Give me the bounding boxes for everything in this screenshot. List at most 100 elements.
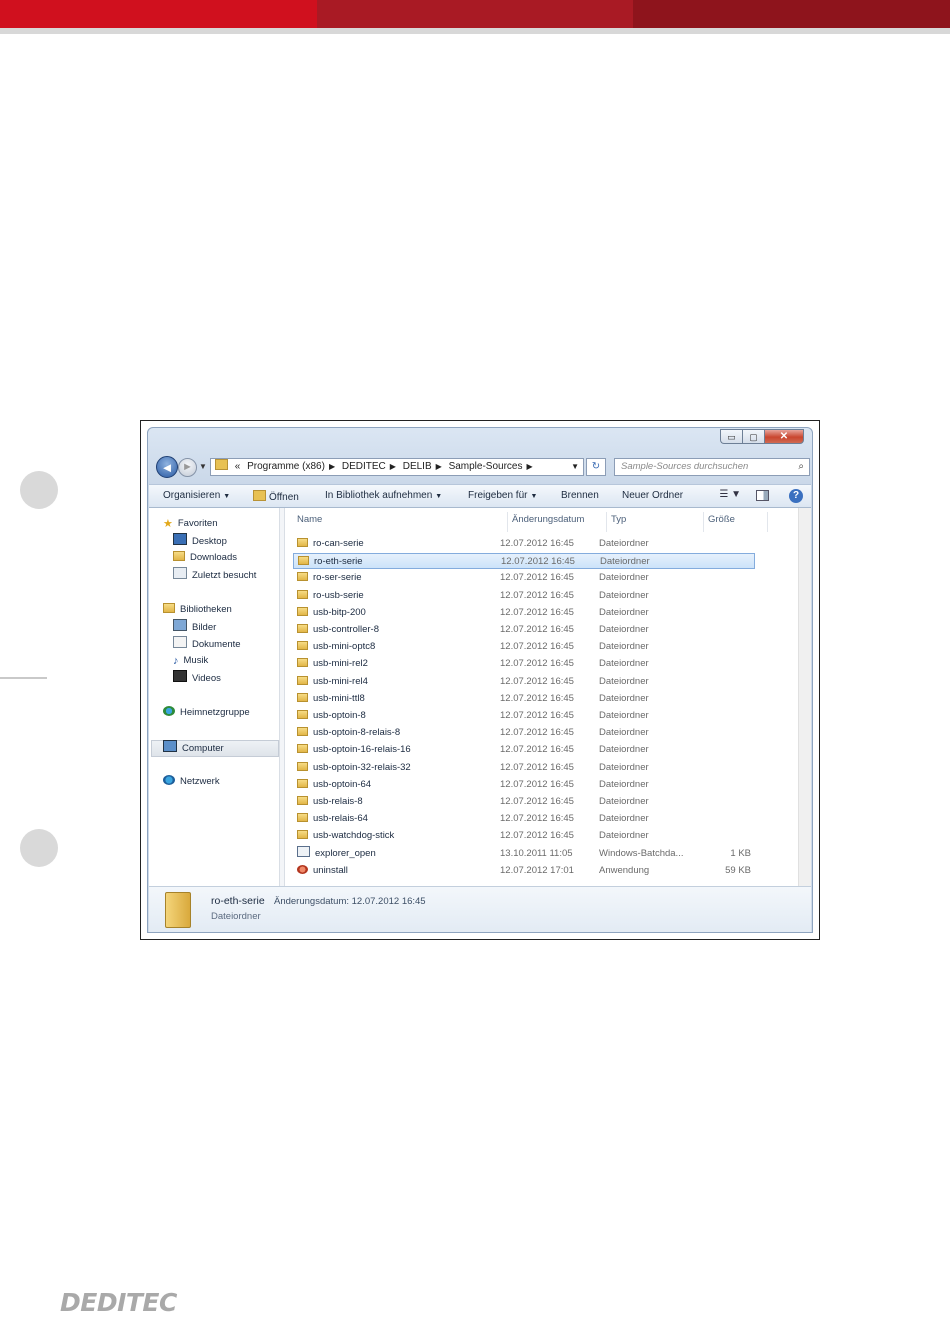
organize-button[interactable]: Organisieren ▼ [163, 490, 230, 501]
address-dropdown-icon[interactable]: ▼ [571, 459, 579, 475]
column-header-size[interactable]: Größe [704, 512, 768, 532]
breadcrumb-separator-icon[interactable]: ▶ [526, 462, 532, 471]
file-row[interactable]: usb-relais-8 12.07.2012 16:45 Dateiordner [293, 794, 755, 810]
header-bar-segment-3 [633, 0, 950, 28]
file-date: 12.07.2012 16:45 [500, 744, 574, 756]
nav-item-music[interactable]: ♪ Musik [173, 653, 208, 669]
file-row[interactable]: usb-mini-rel2 12.07.2012 16:45 Dateiordner [293, 656, 755, 672]
nav-item-computer[interactable]: Computer [163, 740, 224, 756]
nav-item-downloads[interactable]: Downloads [173, 550, 237, 566]
file-name: explorer_open [297, 845, 376, 862]
file-row[interactable]: uninstall 12.07.2012 17:01 Anwendung 59 KB [293, 863, 755, 879]
preview-pane-icon[interactable] [756, 490, 769, 501]
search-input[interactable]: Sample-Sources durchsuchen ⌕ [614, 458, 810, 476]
nav-item-pictures[interactable]: Bilder [173, 619, 216, 635]
file-row[interactable]: usb-bitp-200 12.07.2012 16:45 Dateiordner [293, 605, 755, 621]
details-type: Dateiordner [211, 911, 261, 922]
nav-item-homegroup[interactable]: Heimnetzgruppe [163, 705, 250, 721]
vertical-scrollbar[interactable] [798, 508, 811, 886]
navigation-row: ◄ ► ▼ « Programme (x86) ▶ DEDITEC ▶ DELIB ▶… [154, 456, 810, 480]
library-label: In Bibliothek aufnehmen [325, 490, 433, 501]
file-row[interactable]: usb-optoin-8-relais-8 12.07.2012 16:45 Dat… [293, 725, 755, 741]
nav-item-videos[interactable]: Videos [173, 670, 221, 686]
folder-icon [297, 796, 308, 805]
fold-mark [0, 677, 47, 679]
file-row[interactable]: ro-can-serie 12.07.2012 16:45 Dateiordner [293, 536, 755, 552]
file-list: Name Änderungsdatum Typ Größe ro-can-ser… [285, 508, 811, 886]
file-name: ro-usb-serie [297, 588, 364, 604]
file-date: 12.07.2012 16:45 [500, 589, 574, 601]
organize-label: Organisieren [163, 490, 221, 501]
nav-item-documents[interactable]: Dokumente [173, 636, 241, 652]
file-row[interactable]: usb-optoin-64 12.07.2012 16:45 Dateiordner [293, 777, 755, 793]
breadcrumb-separator-icon[interactable]: ▶ [390, 462, 396, 471]
file-name-text: usb-mini-rel4 [313, 675, 368, 687]
column-header-name[interactable]: Name [293, 512, 508, 532]
nav-item-recent[interactable]: Zuletzt besucht [173, 567, 256, 583]
folder-icon [297, 624, 308, 633]
file-row[interactable]: usb-watchdog-stick 12.07.2012 16:45 Dateio… [293, 828, 755, 844]
folder-icon [297, 778, 308, 788]
column-header-date[interactable]: Änderungsdatum [508, 512, 607, 532]
folder-icon [297, 813, 308, 823]
share-label: Freigeben für [468, 490, 528, 501]
search-icon[interactable]: ⌕ [798, 459, 804, 475]
file-row[interactable]: ro-ser-serie 12.07.2012 16:45 Dateiordner [293, 570, 755, 586]
folder-icon [298, 556, 309, 566]
file-type: Windows-Batchda... [599, 847, 684, 859]
file-row[interactable]: usb-optoin-16-relais-16 12.07.2012 16:45 D… [293, 742, 755, 758]
back-button[interactable]: ◄ [156, 456, 178, 478]
new-folder-button[interactable]: Neuer Ordner [622, 490, 683, 501]
file-row[interactable]: usb-controller-8 12.07.2012 16:45 Dateiord… [293, 622, 755, 638]
recent-pages-dropdown[interactable]: ▼ [199, 462, 207, 471]
nav-item-desktop[interactable]: Desktop [173, 533, 227, 549]
file-row[interactable]: ro-usb-serie 12.07.2012 16:45 Dateiordner [293, 588, 755, 604]
deditec-logo: DEDITEC [60, 1288, 177, 1317]
nav-label: Dokumente [192, 639, 241, 650]
breadcrumb-overflow[interactable]: « [235, 461, 241, 472]
file-row[interactable]: usb-relais-64 12.07.2012 16:45 Dateiordner [293, 811, 755, 827]
address-bar[interactable]: « Programme (x86) ▶ DEDITEC ▶ DELIB ▶ Sampl… [210, 458, 584, 476]
nav-item-network[interactable]: Netzwerk [163, 774, 220, 790]
folder-icon [297, 761, 308, 771]
help-icon[interactable]: ? [789, 489, 803, 503]
breadcrumb-deditec[interactable]: DEDITEC [342, 461, 386, 472]
share-with-button[interactable]: Freigeben für ▼ [468, 490, 537, 501]
file-row[interactable]: usb-optoin-8 12.07.2012 16:45 Dateiordner [293, 708, 755, 724]
minimize-button[interactable]: ▭ [720, 429, 742, 444]
forward-button[interactable]: ► [178, 458, 197, 477]
close-button[interactable]: ✕ [764, 429, 804, 444]
star-icon: ★ [163, 518, 173, 530]
file-date: 12.07.2012 16:45 [501, 556, 575, 568]
breadcrumb-programme[interactable]: Programme (x86) [247, 461, 325, 472]
nav-label: Bilder [192, 622, 217, 633]
file-name: ro-ser-serie [297, 570, 362, 586]
breadcrumb-delib[interactable]: DELIB [403, 461, 432, 472]
column-header-type[interactable]: Typ [607, 512, 704, 532]
file-row[interactable]: usb-mini-rel4 12.07.2012 16:45 Dateiordner [293, 674, 755, 690]
screenshot-frame: ▭ ▢ ✕ ◄ ► ▼ « Programme (x86) ▶ DEDITEC ▶ … [140, 420, 820, 940]
file-row[interactable]: ro-eth-serie 12.07.2012 16:45 Dateiordner [293, 553, 755, 570]
burn-button[interactable]: Brennen [561, 490, 599, 501]
file-row[interactable]: usb-mini-optc8 12.07.2012 16:45 Dateiordne… [293, 639, 755, 655]
include-in-library-button[interactable]: In Bibliothek aufnehmen ▼ [325, 490, 442, 501]
folder-icon [297, 658, 308, 668]
refresh-button[interactable]: ↻ [586, 458, 606, 476]
maximize-button[interactable]: ▢ [742, 429, 764, 444]
batch-file-icon [297, 845, 310, 857]
breadcrumb-separator-icon[interactable]: ▶ [436, 462, 442, 471]
change-view-icon[interactable]: ☰ ▼ [719, 489, 741, 500]
folder-icon [297, 641, 308, 651]
nav-label: Computer [182, 743, 224, 754]
nav-item-favorites[interactable]: ★ Favoriten [163, 516, 217, 532]
file-row[interactable]: usb-optoin-32-relais-32 12.07.2012 16:45 D… [293, 760, 755, 776]
breadcrumb-sample-sources[interactable]: Sample-Sources [449, 461, 523, 472]
file-date: 12.07.2012 16:45 [500, 572, 574, 584]
search-placeholder: Sample-Sources durchsuchen [621, 461, 749, 472]
file-row[interactable]: explorer_open 13.10.2011 11:05 Windows-Bat… [293, 845, 755, 862]
open-button[interactable]: Öffnen [253, 490, 299, 503]
file-date: 12.07.2012 17:01 [500, 864, 574, 876]
nav-item-libraries[interactable]: Bibliotheken [163, 602, 232, 618]
file-row[interactable]: usb-mini-ttl8 12.07.2012 16:45 Dateiordner [293, 691, 755, 707]
breadcrumb-separator-icon[interactable]: ▶ [329, 462, 335, 471]
